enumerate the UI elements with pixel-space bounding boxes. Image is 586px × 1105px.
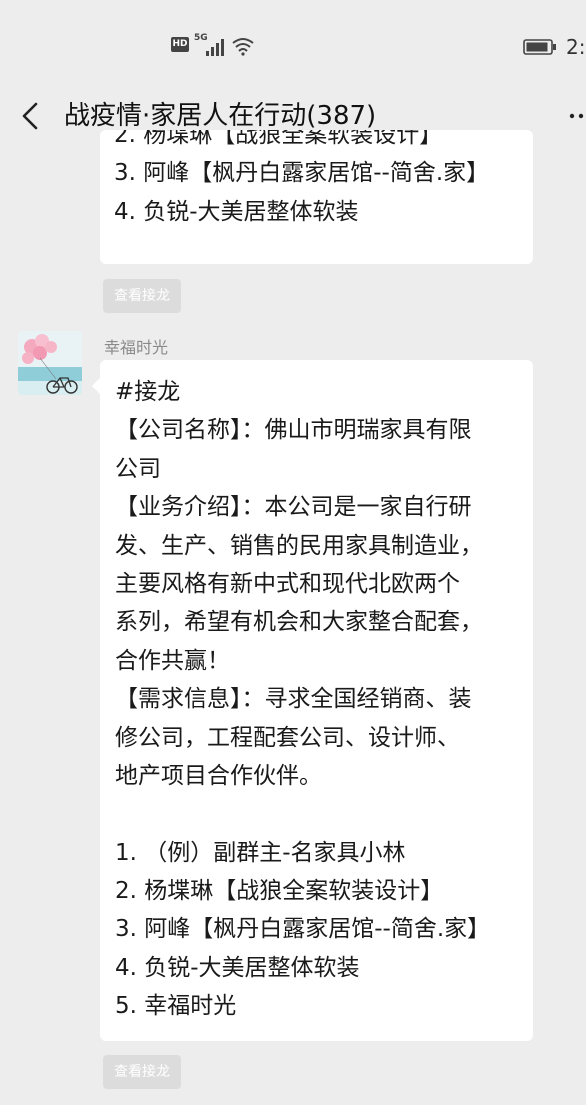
message-line: 4. 负锐-大美居整体软装 (115, 954, 360, 981)
message-line: 【公司名称】：佛山市明瑞家具有限 (115, 417, 472, 444)
message-line: 4. 负锐-大美居整体软装 (114, 198, 359, 225)
view-jielong-button[interactable]: 查看接龙 (103, 279, 181, 313)
message-line: 公司 (115, 455, 161, 482)
message-line: 1. （例）副群主-名家具小林 (115, 839, 406, 866)
battery-icon (523, 39, 556, 55)
clock-time: 2: (566, 35, 586, 59)
hd-indicator: HD (171, 37, 189, 52)
more-options-icon[interactable] (568, 104, 586, 128)
message-line: 5. 幸福时光 (115, 993, 237, 1020)
message-line: 2. 杨堞琳【战狼全案软装设计】 (114, 130, 443, 148)
message-text: 2. 杨堞琳【战狼全案软装设计】 3. 阿峰【枫丹白露家居馆--简舍.家】 4.… (114, 130, 519, 231)
bubble-tail (92, 378, 100, 394)
avatar[interactable] (18, 331, 82, 395)
message-line: 地产项目合作伙伴。 (115, 762, 322, 789)
message-line: 【需求信息】：寻求全国经销商、装 (115, 686, 472, 713)
message-line: 修公司，工程配套公司、设计师、 (115, 724, 460, 751)
status-bar: HD 5G 2: (0, 0, 586, 90)
message-bubble-previous[interactable]: 2. 杨堞琳【战狼全案软装设计】 3. 阿峰【枫丹白露家居馆--简舍.家】 4.… (100, 130, 533, 264)
message-line: 主要风格有新中式和现代北欧两个 (115, 570, 460, 597)
message-line: 【业务介绍】：本公司是一家自行研 (115, 494, 472, 521)
message-bubble[interactable]: #接龙 【公司名称】：佛山市明瑞家具有限 公司 【业务介绍】：本公司是一家自行研… (92, 360, 533, 1041)
message-text: #接龙 【公司名称】：佛山市明瑞家具有限 公司 【业务介绍】：本公司是一家自行研… (115, 373, 519, 1026)
avatar-image (18, 331, 82, 395)
message-line: 系列，希望有机会和大家整合配套， (115, 609, 483, 636)
back-arrow-icon[interactable] (16, 96, 46, 136)
signal-strength-icon (206, 39, 224, 56)
sender-name: 幸福时光 (104, 338, 169, 357)
message-line: 2. 杨堞琳【战狼全案软装设计】 (115, 878, 444, 905)
wifi-icon (232, 38, 254, 56)
message-line: 合作共赢！ (115, 647, 230, 674)
message-line: 3. 阿峰【枫丹白露家居馆--简舍.家】 (114, 160, 490, 187)
message-line: 3. 阿峰【枫丹白露家居馆--简舍.家】 (115, 916, 491, 943)
message-line: #接龙 (115, 379, 181, 405)
message-line: 发、生产、销售的民用家具制造业， (115, 532, 483, 559)
view-jielong-button[interactable]: 查看接龙 (103, 1055, 181, 1089)
